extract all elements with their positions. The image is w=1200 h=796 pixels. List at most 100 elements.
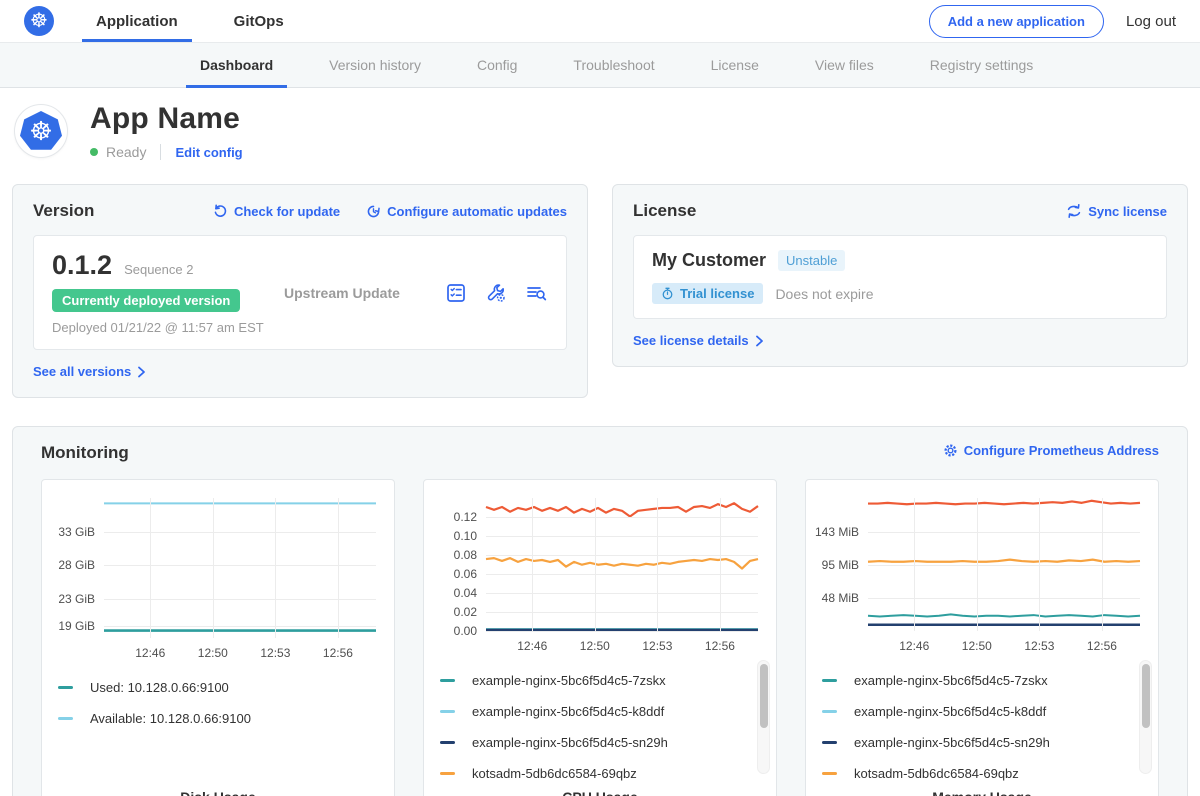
top-nav-tabs: Application GitOps — [72, 0, 308, 42]
preflight-checks-icon[interactable] — [445, 282, 467, 304]
scrollbar-thumb[interactable] — [1142, 664, 1150, 728]
x-axis-tick-label: 12:46 — [517, 639, 547, 653]
legend-label: example-nginx-5bc6f5d4c5-7zskx — [854, 673, 1048, 688]
page-title: App Name — [90, 102, 243, 136]
series-line — [486, 503, 758, 516]
tab-registry-settings[interactable]: Registry settings — [902, 43, 1061, 87]
add-application-button[interactable]: Add a new application — [929, 5, 1104, 38]
channel-badge: Unstable — [778, 250, 845, 271]
disk-usage-chart-title: Disk Usage — [42, 789, 394, 796]
y-gridline — [868, 532, 1140, 533]
nav-tab-gitops[interactable]: GitOps — [210, 0, 308, 42]
x-gridline — [275, 498, 276, 638]
memory-usage-chart-card: 143 MiB95 MiB48 MiB12:4612:5012:5312:56 … — [805, 479, 1159, 796]
see-all-versions-link[interactable]: See all versions — [33, 364, 146, 379]
edit-config-link[interactable]: Edit config — [175, 145, 242, 160]
trial-license-badge: Trial license — [652, 283, 763, 304]
nav-logo-wrap[interactable]: ☸ — [0, 0, 72, 42]
monitoring-title: Monitoring — [41, 443, 129, 463]
version-card: Version Check for update Configure autom… — [12, 184, 588, 398]
view-deploy-logs-icon[interactable] — [525, 282, 548, 304]
x-gridline — [595, 498, 596, 631]
legend-scrollbar[interactable] — [757, 660, 770, 774]
check-for-update-link[interactable]: Check for update — [213, 204, 340, 219]
cpu-usage-plot: 0.120.100.080.060.040.020.0012:4612:5012… — [486, 498, 758, 631]
legend-scrollbar[interactable] — [1139, 660, 1152, 774]
app-sub-nav: Dashboard Version history Config Trouble… — [0, 42, 1200, 88]
x-axis-tick-label: 12:53 — [642, 639, 672, 653]
tab-version-history-label: Version history — [329, 57, 421, 73]
see-license-details-label: See license details — [633, 333, 749, 348]
configure-automatic-updates-link[interactable]: Configure automatic updates — [366, 204, 567, 219]
nav-tab-gitops-label: GitOps — [234, 13, 284, 30]
memory-usage-chart-title: Memory Usage — [806, 789, 1158, 796]
legend-label: example-nginx-5bc6f5d4c5-sn29h — [854, 735, 1050, 750]
y-gridline — [486, 612, 758, 613]
y-axis-tick-label: 33 GiB — [58, 525, 95, 539]
deployed-badge: Currently deployed version — [52, 289, 240, 312]
legend-color-dash — [58, 686, 73, 689]
license-details-box: My Customer Unstable Trial license Does … — [633, 235, 1167, 319]
y-gridline — [486, 574, 758, 575]
configure-prometheus-label: Configure Prometheus Address — [964, 443, 1159, 458]
series-line — [868, 560, 1140, 562]
legend-color-dash — [58, 717, 73, 720]
tab-version-history[interactable]: Version history — [301, 43, 449, 87]
y-gridline — [486, 631, 758, 632]
tab-troubleshoot-label: Troubleshoot — [573, 57, 654, 73]
legend-item: kotsadm-5db6dc6584-69qbz — [822, 758, 1158, 789]
series-line — [868, 501, 1140, 504]
x-gridline — [1102, 498, 1103, 631]
y-axis-tick-label: 0.10 — [454, 529, 477, 543]
legend-item: example-nginx-5bc6f5d4c5-7zskx — [440, 665, 776, 696]
legend-label: example-nginx-5bc6f5d4c5-sn29h — [472, 735, 668, 750]
y-gridline — [104, 532, 376, 533]
tab-troubleshoot[interactable]: Troubleshoot — [545, 43, 682, 87]
disk-usage-plot: 33 GiB28 GiB23 GiB19 GiB12:4612:5012:531… — [104, 498, 376, 638]
memory-usage-plot: 143 MiB95 MiB48 MiB12:4612:5012:5312:56 — [868, 498, 1140, 631]
kubernetes-app-icon: ☸ — [20, 111, 62, 151]
y-gridline — [868, 598, 1140, 599]
legend-label: example-nginx-5bc6f5d4c5-k8ddf — [472, 704, 664, 719]
cpu-usage-chart-card: 0.120.100.080.060.040.020.0012:4612:5012… — [423, 479, 777, 796]
legend-color-dash — [822, 710, 837, 713]
legend-item: kotsadm-5db6dc6584-69qbz — [440, 758, 776, 789]
tab-license[interactable]: License — [683, 43, 787, 87]
version-sequence: Sequence 2 — [124, 262, 193, 277]
x-gridline — [338, 498, 339, 638]
x-axis-tick-label: 12:50 — [962, 639, 992, 653]
y-axis-tick-label: 19 GiB — [58, 619, 95, 633]
y-axis-tick-label: 0.06 — [454, 567, 477, 581]
x-gridline — [1039, 498, 1040, 631]
kubernetes-logo-icon: ☸ — [24, 6, 54, 36]
configure-prometheus-link[interactable]: Configure Prometheus Address — [943, 443, 1159, 458]
see-license-details-link[interactable]: See license details — [633, 333, 764, 348]
status-dot — [90, 148, 98, 156]
legend-item: example-nginx-5bc6f5d4c5-k8ddf — [822, 696, 1158, 727]
x-gridline — [914, 498, 915, 631]
tab-dashboard[interactable]: Dashboard — [172, 43, 301, 87]
legend-item: example-nginx-5bc6f5d4c5-7zskx — [822, 665, 1158, 696]
x-gridline — [213, 498, 214, 638]
nav-tab-application[interactable]: Application — [72, 0, 202, 42]
sync-license-link[interactable]: Sync license — [1066, 203, 1167, 219]
x-gridline — [532, 498, 533, 631]
top-nav-right: Add a new application Log out — [929, 0, 1200, 42]
y-axis-tick-label: 0.02 — [454, 605, 477, 619]
memory-usage-legend: example-nginx-5bc6f5d4c5-7zskx example-ng… — [822, 665, 1158, 789]
disk-usage-lines — [104, 498, 376, 638]
edit-config-wrench-icon[interactable] — [485, 282, 507, 304]
logout-button[interactable]: Log out — [1126, 13, 1176, 30]
tab-config[interactable]: Config — [449, 43, 545, 87]
scrollbar-thumb[interactable] — [760, 664, 768, 728]
disk-usage-chart-card: 33 GiB28 GiB23 GiB19 GiB12:4612:5012:531… — [41, 479, 395, 796]
sync-license-label: Sync license — [1088, 204, 1167, 219]
y-gridline — [486, 555, 758, 556]
customer-name: My Customer — [652, 250, 766, 271]
gear-icon — [943, 443, 958, 458]
y-gridline — [868, 565, 1140, 566]
check-for-update-label: Check for update — [234, 204, 340, 219]
y-axis-tick-label: 28 GiB — [58, 558, 95, 572]
chevron-right-icon — [755, 335, 764, 347]
tab-view-files[interactable]: View files — [787, 43, 902, 87]
